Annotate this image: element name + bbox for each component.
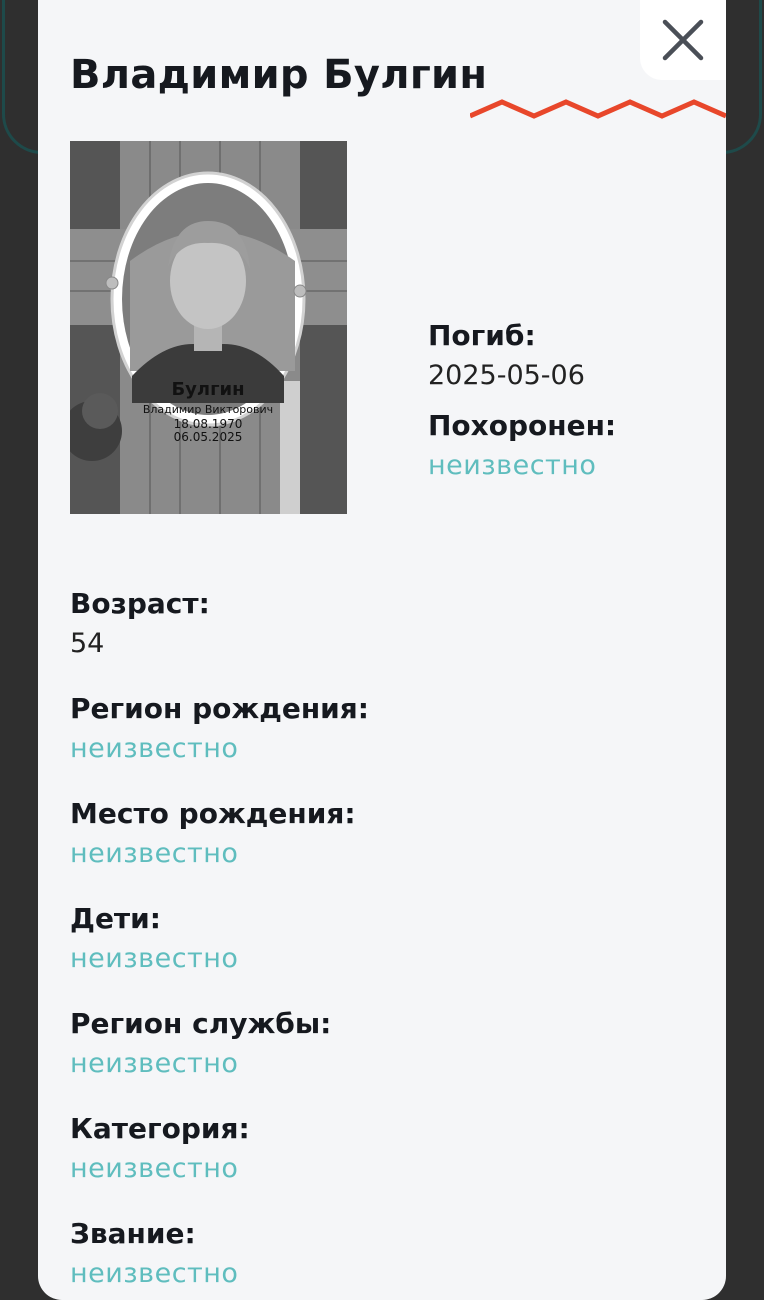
person-details: Возраст: 54 Регион рождения: неизвестно … — [70, 584, 670, 1300]
plaque-birth-date: 18.08.1970 — [174, 417, 243, 431]
burial-label: Похоронен: — [428, 409, 617, 442]
category-label: Категория: — [70, 1112, 250, 1145]
rank-label: Звание: — [70, 1217, 196, 1250]
close-icon — [662, 19, 704, 61]
detail-children: Дети: неизвестно — [70, 899, 670, 979]
service-region-label: Регион службы: — [70, 1007, 332, 1040]
burial-value: неизвестно — [428, 450, 597, 481]
birth-region-label: Регион рождения: — [70, 692, 369, 725]
plaque-name: Владимир Викторович — [143, 403, 273, 416]
detail-service-region: Регион службы: неизвестно — [70, 1004, 670, 1084]
service-region-value: неизвестно — [70, 1048, 239, 1079]
age-value: 54 — [70, 628, 105, 659]
detail-birth-place: Место рождения: неизвестно — [70, 794, 670, 874]
decorative-zigzag — [470, 99, 726, 119]
close-button[interactable] — [640, 0, 726, 80]
death-value: 2025-05-06 — [428, 360, 585, 391]
category-value: неизвестно — [70, 1153, 239, 1184]
birth-place-value: неизвестно — [70, 838, 239, 869]
detail-age: Возраст: 54 — [70, 584, 670, 664]
person-modal: Владимир Булгин Булгин Владимир Викторов… — [38, 0, 726, 1300]
person-name: Владимир Булгин — [70, 52, 488, 98]
birth-region-value: неизвестно — [70, 733, 239, 764]
age-label: Возраст: — [70, 587, 210, 620]
detail-category: Категория: неизвестно — [70, 1109, 670, 1189]
plaque-surname: Булгин — [171, 379, 244, 400]
death-info: Погиб: 2025-05-06 Похоронен: неизвестно — [428, 316, 708, 496]
death-label: Погиб: — [428, 319, 536, 352]
plaque-death-date: 06.05.2025 — [174, 430, 243, 444]
children-value: неизвестно — [70, 943, 239, 974]
birth-place-label: Место рождения: — [70, 797, 356, 830]
memorial-photo: Булгин Владимир Викторович 18.08.1970 06… — [70, 141, 347, 514]
children-label: Дети: — [70, 902, 161, 935]
detail-rank: Звание: неизвестно — [70, 1214, 670, 1294]
rank-value: неизвестно — [70, 1258, 239, 1289]
detail-birth-region: Регион рождения: неизвестно — [70, 689, 670, 769]
